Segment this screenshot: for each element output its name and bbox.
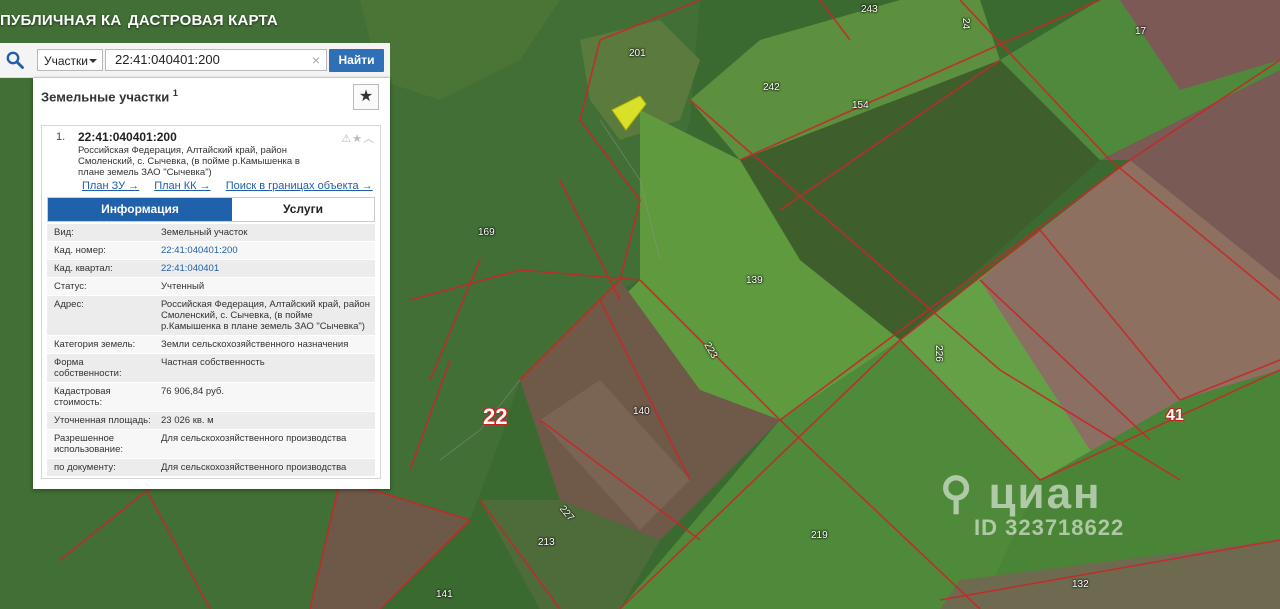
tab-services[interactable]: Услуги [232, 198, 374, 221]
parcel-label: 242 [763, 82, 780, 93]
property-row: по документу: Для сельскохозяйственного п… [47, 459, 375, 477]
pin-icon: ⚲ [940, 469, 975, 518]
property-row: Вид: Земельный участок [47, 224, 375, 242]
region-label: 41 [1166, 407, 1184, 424]
property-value: Для сельскохозяйственного производства [161, 462, 347, 473]
parcel-label: 243 [861, 4, 878, 15]
property-key: Адрес: [54, 299, 84, 310]
parcel-label: 219 [811, 530, 828, 541]
property-key: Уточненная площадь: [54, 415, 151, 426]
result-title[interactable]: 22:41:040401:200 [78, 130, 177, 144]
property-value: Для сельскохозяйственного производства [161, 433, 347, 444]
property-value: Учтенный [161, 281, 205, 292]
watermark-brand: циан [988, 469, 1102, 518]
property-key: по документу: [54, 462, 116, 473]
result-address: Российская Федерация, Алтайский край, ра… [78, 145, 300, 178]
watermark-id: ID 323718622 [974, 515, 1125, 540]
property-value: Земли сельскохозяйственного назначения [161, 339, 349, 350]
property-key: Кадастровая стоимость: [54, 386, 111, 408]
property-row: Категория земель: Земли сельскохозяйствен… [47, 336, 375, 354]
property-value: Земельный участок [161, 227, 248, 238]
property-row: Адрес: Российская Федерация, Алтайский кр… [47, 296, 375, 336]
property-row: Статус: Учтенный [47, 278, 375, 296]
card-action-icons[interactable]: ⚠★︿ [341, 130, 375, 146]
search-icon[interactable] [6, 51, 24, 69]
star-icon: ★ [358, 88, 374, 105]
watermark: ⚲ циан ID 323718622 [940, 468, 1124, 541]
parcel-label: 169 [478, 227, 495, 238]
link-plan-zu[interactable]: План ЗУ → [82, 180, 139, 192]
property-value: Российская Федерация, Алтайский край, ра… [161, 299, 370, 332]
close-icon[interactable]: × [312, 50, 320, 70]
app-title-text: ДАСТРОВАЯ КАРТА [128, 12, 278, 29]
parcel-label: 226 [932, 345, 944, 362]
region-label: 22 [483, 404, 508, 429]
parcel-label: 140 [633, 406, 650, 417]
find-button[interactable]: Найти [329, 49, 384, 72]
properties-table: Вид: Земельный участок Кад. номер: 22:41:0… [47, 224, 375, 477]
app-title: ПУБЛИЧНАЯ КА ДАСТРОВАЯ КАРТА [0, 12, 300, 29]
search-bar: Участки 22:41:040401:200 × Найти [0, 43, 390, 78]
result-index: 1. [56, 131, 66, 143]
property-row: Кадастровая стоимость: 76 906,84 руб. [47, 383, 375, 412]
link-search-within[interactable]: Поиск в границах объекта → [226, 180, 373, 192]
property-row: Кад. номер: 22:41:040401:200 [47, 242, 375, 260]
result-tabs: Информация Услуги [47, 197, 375, 222]
object-type-select[interactable]: Участки [37, 49, 103, 71]
parcel-label: 139 [746, 275, 763, 286]
parcel-label: 141 [436, 589, 453, 600]
favorite-star-button[interactable]: ★ [353, 84, 379, 110]
parcel-label: 201 [629, 48, 646, 59]
panel-header: Земельные участки 1 [41, 88, 178, 104]
results-panel: Земельные участки 1 ★ 1. 22:41:040401:20… [33, 78, 390, 489]
property-value: 23 026 кв. м [161, 415, 214, 426]
search-query: 22:41:040401:200 [115, 52, 220, 67]
panel-title: Земельные участки [41, 89, 170, 105]
tab-information[interactable]: Информация [48, 198, 232, 221]
cadastral-number-link[interactable]: 22:41:040401:200 [153, 242, 375, 259]
property-key: Кад. номер: [54, 245, 106, 256]
property-value: Частная собственность [161, 357, 265, 368]
result-links: План ЗУ → План КК → Поиск в границах объ… [82, 180, 382, 192]
property-key: Форма собственности: [54, 357, 122, 379]
property-key: Разрешенное использование: [54, 433, 124, 455]
property-key: Статус: [54, 281, 87, 292]
link-plan-kk[interactable]: План КК → [154, 180, 210, 192]
parcel-label: 154 [852, 100, 869, 111]
parcel-label: 213 [538, 537, 555, 548]
parcel-label: 132 [1072, 579, 1089, 590]
property-row: Разрешенное использование: Для сельскохоз… [47, 430, 375, 459]
object-type-value: Участки [44, 54, 88, 68]
result-count: 1 [172, 88, 178, 98]
property-key: Вид: [54, 227, 74, 238]
property-row: Форма собственности: Частная собственност… [47, 354, 375, 383]
search-input[interactable]: 22:41:040401:200 × [105, 49, 327, 71]
property-row: Кад. квартал: 22:41:040401 [47, 260, 375, 278]
property-value: 76 906,84 руб. [161, 386, 225, 397]
chevron-down-icon [89, 59, 97, 63]
result-card: 1. 22:41:040401:200 ⚠★︿ Российская Федер… [41, 125, 381, 479]
app-title-prefix: ПУБЛИЧНАЯ КА [0, 12, 122, 29]
property-key: Кад. квартал: [54, 263, 113, 274]
parcel-label: 24 [960, 17, 972, 30]
property-row: Уточненная площадь: 23 026 кв. м [47, 412, 375, 430]
parcel-label: 17 [1135, 26, 1147, 37]
property-key: Категория земель: [54, 339, 136, 350]
cadastral-quarter-link[interactable]: 22:41:040401 [153, 260, 375, 277]
